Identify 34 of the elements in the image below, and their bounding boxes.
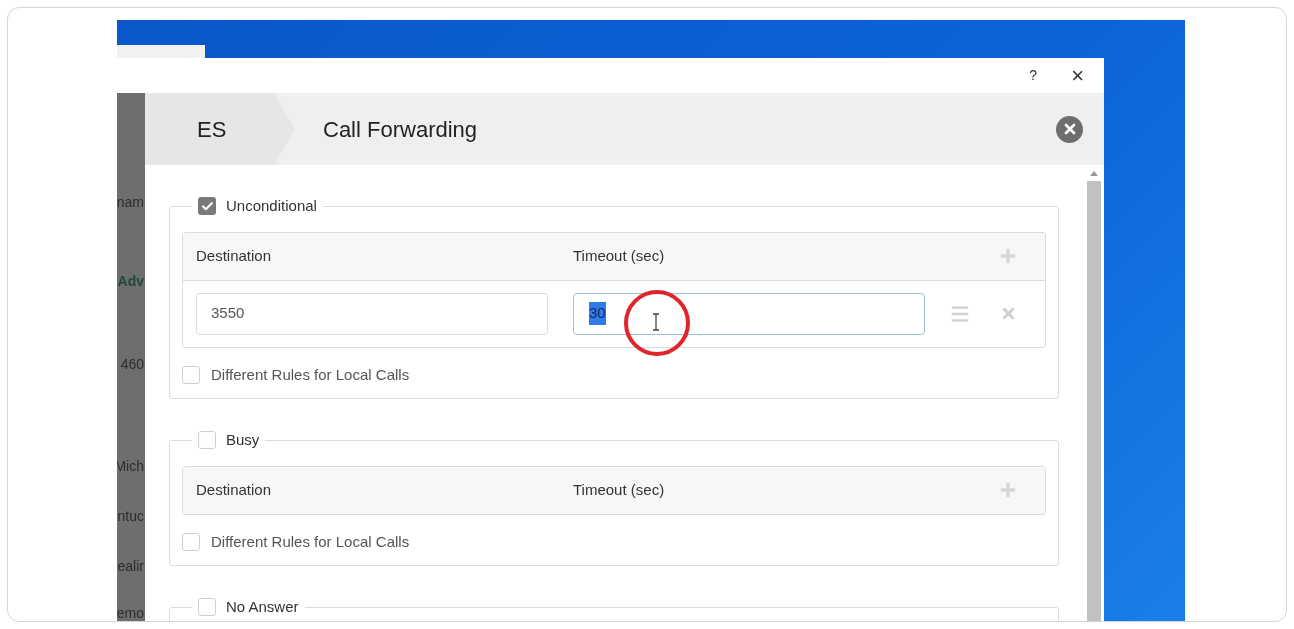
checkbox[interactable] bbox=[182, 365, 200, 384]
highlight-circle-icon bbox=[623, 289, 691, 357]
checkbox[interactable] bbox=[198, 197, 216, 216]
scroll-up-icon[interactable] bbox=[1090, 171, 1098, 176]
list-text: 460 bbox=[120, 355, 144, 374]
add-icon[interactable] bbox=[998, 480, 1018, 500]
breadcrumb-tab[interactable]: ES bbox=[145, 93, 295, 165]
list-text: ealir bbox=[117, 557, 144, 576]
list-text: nam bbox=[117, 193, 144, 212]
column-header: Timeout (sec) bbox=[573, 245, 665, 266]
checkbox[interactable] bbox=[198, 431, 216, 450]
page-title: Call Forwarding bbox=[323, 115, 478, 144]
text-cursor-icon bbox=[652, 313, 660, 331]
section-title: No Answer bbox=[226, 597, 299, 617]
add-icon[interactable] bbox=[998, 246, 1018, 266]
section-title: Unconditional bbox=[226, 196, 317, 216]
check-icon bbox=[200, 199, 214, 213]
delete-icon[interactable] bbox=[1000, 305, 1017, 322]
checkbox-label: Different Rules for Local Calls bbox=[211, 531, 410, 552]
close-button[interactable]: × bbox=[1071, 64, 1084, 87]
column-header: Destination bbox=[196, 245, 273, 266]
selected-text: 30 bbox=[589, 302, 606, 325]
column-header: Destination bbox=[196, 479, 273, 500]
list-text: Adv bbox=[117, 272, 144, 291]
list-text: emo bbox=[117, 604, 144, 621]
scrollbar-thumb[interactable] bbox=[1087, 181, 1101, 621]
checkbox[interactable] bbox=[198, 598, 216, 617]
column-header: Timeout (sec) bbox=[573, 479, 665, 500]
list-text: ntuc bbox=[117, 507, 144, 526]
help-button[interactable]: ? bbox=[1029, 65, 1038, 86]
destination-field[interactable]: 3550 bbox=[196, 292, 548, 335]
section-title: Busy bbox=[226, 430, 260, 450]
checkbox[interactable] bbox=[182, 532, 200, 551]
checkbox-label: Different Rules for Local Calls bbox=[211, 364, 410, 385]
